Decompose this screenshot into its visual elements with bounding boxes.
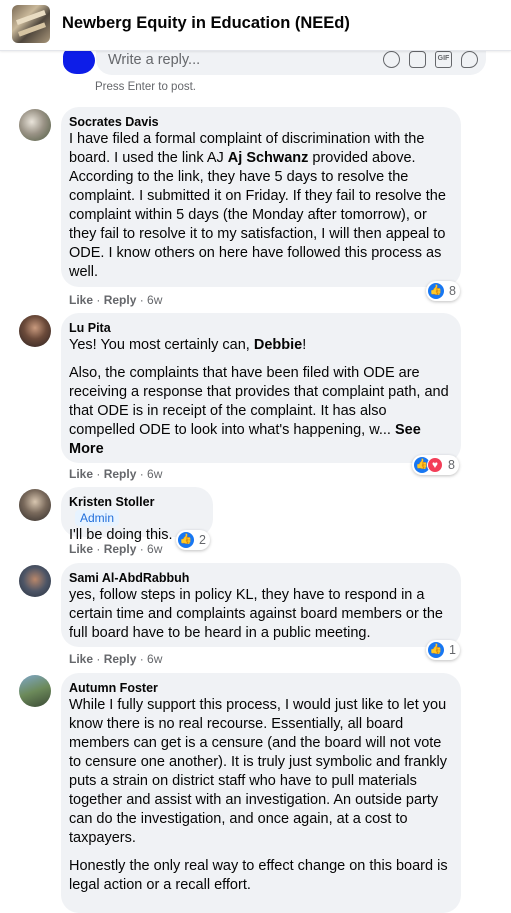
comment-time[interactable]: 6w <box>147 652 162 666</box>
reply-toolbar: GIF <box>383 51 478 68</box>
camera-icon[interactable] <box>409 51 426 68</box>
avatar[interactable] <box>19 109 51 141</box>
reply-link[interactable]: Reply <box>104 467 137 481</box>
comment-text: yes, follow steps in policy KL, they hav… <box>69 587 443 641</box>
avatar[interactable] <box>19 489 51 521</box>
comment-time[interactable]: 6w <box>147 293 162 307</box>
smile-icon[interactable] <box>383 51 400 68</box>
love-reaction-icon: ♥ <box>427 457 443 473</box>
reply-placeholder: Write a reply... <box>108 52 201 68</box>
like-link[interactable]: Like <box>69 467 93 481</box>
reaction-count[interactable]: 👍 ♥ 8 <box>412 455 459 475</box>
group-title[interactable]: Newberg Equity in Education (NEEd) <box>62 14 350 33</box>
like-link[interactable]: Like <box>69 542 93 556</box>
reply-link[interactable]: Reply <box>104 293 137 307</box>
avatar[interactable] <box>19 315 51 347</box>
gif-icon[interactable]: GIF <box>435 51 452 68</box>
comment-text: Also, the complaints that have been file… <box>69 365 449 457</box>
comment-actions: Like · Reply · 6w <box>69 542 163 556</box>
avatar[interactable] <box>19 675 51 707</box>
comment-actions: Like · Reply · 6w <box>69 293 163 307</box>
admin-badge[interactable]: Admin <box>75 510 120 526</box>
reaction-count[interactable]: 👍 8 <box>426 281 460 301</box>
comment-bubble: Socrates Davis I have filed a formal com… <box>61 107 461 287</box>
press-enter-hint: Press Enter to post. <box>95 81 196 93</box>
comment-author[interactable]: Autumn Foster <box>69 680 449 696</box>
group-header: Newberg Equity in Education (NEEd) <box>0 0 511 51</box>
mention-link[interactable]: Aj Schwanz <box>228 150 309 166</box>
comment-author[interactable]: Lu Pita <box>69 320 449 336</box>
sticker-icon[interactable] <box>461 51 478 68</box>
comment-text: While I fully support this process, I wo… <box>69 697 447 846</box>
like-reaction-icon: 👍 <box>428 283 444 299</box>
avatar[interactable] <box>19 565 51 597</box>
like-reaction-icon: 👍 <box>428 642 444 658</box>
comment-author: Kristen StollerAdmin <box>69 495 155 526</box>
comment-bubble: Lu Pita Yes! You most certainly can, Deb… <box>61 313 461 463</box>
comment-time[interactable]: 6w <box>147 542 162 556</box>
like-link[interactable]: Like <box>69 652 93 666</box>
comment-text: Yes! You most certainly can, Debbie! <box>69 337 307 353</box>
like-reaction-icon: 👍 <box>178 532 194 548</box>
comment-actions: Like · Reply · 6w <box>69 652 163 666</box>
like-link[interactable]: Like <box>69 293 93 307</box>
reaction-count[interactable]: 👍 1 <box>426 640 460 660</box>
mention-link[interactable]: Debbie <box>254 337 302 353</box>
group-avatar[interactable] <box>12 5 50 43</box>
comment-bubble: Sami Al-AbdRabbuh yes, follow steps in p… <box>61 563 461 647</box>
comment-author[interactable]: Socrates Davis <box>69 114 449 130</box>
comment-author[interactable]: Sami Al-AbdRabbuh <box>69 570 449 586</box>
reply-link[interactable]: Reply <box>104 542 137 556</box>
comment-actions: Like · Reply · 6w <box>69 467 163 481</box>
comment-bubble: Autumn Foster While I fully support this… <box>61 673 461 913</box>
reaction-count[interactable]: 👍 2 <box>176 530 210 550</box>
comment-time[interactable]: 6w <box>147 467 162 481</box>
comment-text: I have filed a formal complaint of discr… <box>69 131 446 280</box>
reply-link[interactable]: Reply <box>104 652 137 666</box>
comment-text: Honestly the only real way to effect cha… <box>69 858 448 893</box>
